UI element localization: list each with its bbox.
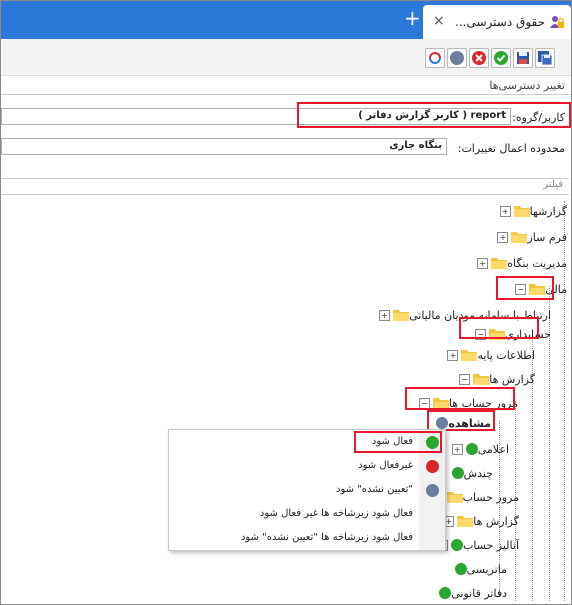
red-x-icon (426, 460, 439, 473)
green-check-icon (450, 539, 463, 551)
expand-icon[interactable]: + (379, 309, 391, 321)
tree-node-acc-reports[interactable]: − گزارش ها (456, 371, 535, 387)
deny-access-button[interactable] (469, 48, 489, 68)
tree-node-legal-books[interactable]: دفاتر قانونی (436, 585, 507, 601)
folder-icon (393, 310, 410, 321)
grey-circle-icon (450, 51, 464, 65)
green-check-icon (451, 467, 464, 479)
highlight-account-review (405, 387, 515, 410)
divider (1, 94, 571, 95)
filter-input[interactable]: فیلتر (1, 178, 569, 195)
folder-icon (457, 516, 474, 527)
expand-icon[interactable]: + (477, 257, 489, 269)
green-check-icon (454, 563, 467, 575)
scope-select[interactable]: بنگاه جاری (1, 138, 447, 155)
green-check-icon (465, 443, 478, 455)
tab-title: حقوق دسترسی... (455, 15, 545, 29)
tree-node-multi[interactable]: چندش (449, 465, 493, 481)
highlight-user-group (297, 102, 571, 128)
title-bar: + حقوق دسترسی... × (1, 1, 571, 39)
tree-node-base-info[interactable]: + اطلاعات پایه (444, 347, 535, 363)
expand-icon[interactable]: + (451, 443, 463, 455)
folder-icon (513, 206, 530, 217)
tab-close-button[interactable]: × (433, 13, 445, 29)
folder-open-icon (473, 374, 490, 385)
expand-icon[interactable]: + (499, 205, 511, 217)
green-check-icon (439, 587, 452, 599)
save-icon (517, 52, 529, 64)
folder-icon (461, 350, 478, 361)
menu-item-undetermined[interactable]: "تعیین نشده" شود (169, 480, 445, 502)
remove-access-icon (429, 52, 441, 64)
collapse-icon[interactable]: − (459, 373, 471, 385)
tree-node-matrix[interactable]: ماتریسی (452, 561, 507, 577)
section-title: تغییر دسترسی‌ها (489, 79, 565, 92)
toolbar (1, 39, 571, 76)
tree-node-reports2[interactable]: + گزارش ها (440, 513, 519, 529)
highlight-view (427, 410, 495, 431)
expand-icon[interactable]: + (447, 349, 459, 361)
tree-node-reports[interactable]: + گزارشها (497, 203, 567, 219)
clear-access-button[interactable] (447, 48, 467, 68)
remove-access-button[interactable] (425, 48, 445, 68)
highlight-accounting (459, 317, 539, 339)
highlight-menu-activate (354, 431, 442, 453)
tree-node-announce[interactable]: + اعلامی (449, 441, 509, 457)
save-as-icon (538, 51, 553, 66)
save-button[interactable] (513, 48, 533, 68)
menu-item-activate-children-undetermined[interactable]: فعال شود زیرشاخه ها "تعیین نشده" شود (169, 528, 445, 550)
folder-icon (511, 232, 528, 243)
tree-node-form-builder[interactable]: + فرم ساز (494, 229, 567, 245)
menu-item-deactivate[interactable]: غیرفعال شود (169, 456, 445, 478)
grey-dot-icon (426, 484, 439, 497)
tree-node-analysis[interactable]: + آنالیز حساب (434, 537, 519, 553)
app-window: + حقوق دسترسی... × (0, 0, 572, 605)
folder-icon (491, 258, 508, 269)
save-as-button[interactable] (535, 48, 555, 68)
new-tab-button[interactable]: + (404, 8, 421, 28)
folder-icon (446, 492, 463, 503)
users-lock-icon (550, 16, 564, 28)
menu-item-activate-children-inactive[interactable]: فعال شود زیرشاخه ها غیر فعال شود (169, 504, 445, 526)
scope-label: محدوده اعمال تغییرات: (457, 142, 565, 155)
allow-access-button[interactable] (491, 48, 511, 68)
tree-node-company-mgmt[interactable]: + مدیریت بنگاه (474, 255, 567, 271)
highlight-finance (496, 276, 554, 300)
tab-access-rights[interactable]: حقوق دسترسی... × (423, 5, 571, 39)
expand-icon[interactable]: + (497, 231, 509, 243)
